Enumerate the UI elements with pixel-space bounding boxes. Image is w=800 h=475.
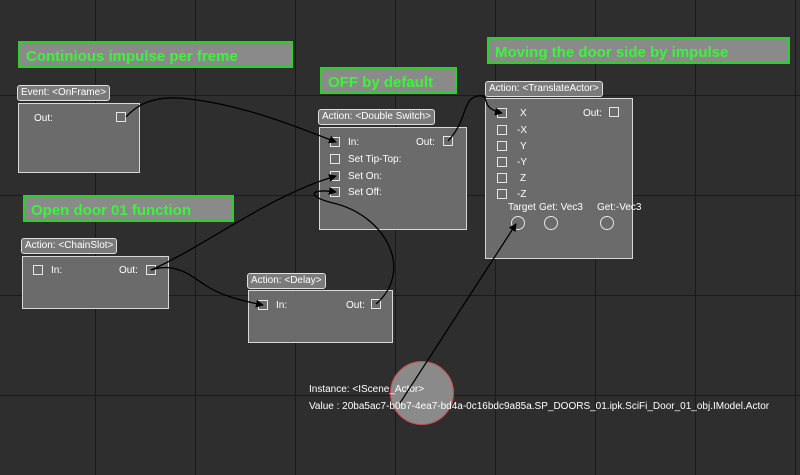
- wire-chainslot-out-to-doubleswitch-seton: [150, 174, 337, 271]
- wire-chainslot-out-to-delay-in: [150, 266, 264, 308]
- wire-onframe-to-doubleswitch-in: [125, 97, 337, 144]
- wire-instance-to-translate-target: [399, 223, 517, 404]
- wire-delay-out-to-doubleswitch-setoff: [313, 186, 395, 305]
- connection-wires: [125, 95, 517, 404]
- wire-doubleswitch-out-to-translate-x: [447, 95, 503, 142]
